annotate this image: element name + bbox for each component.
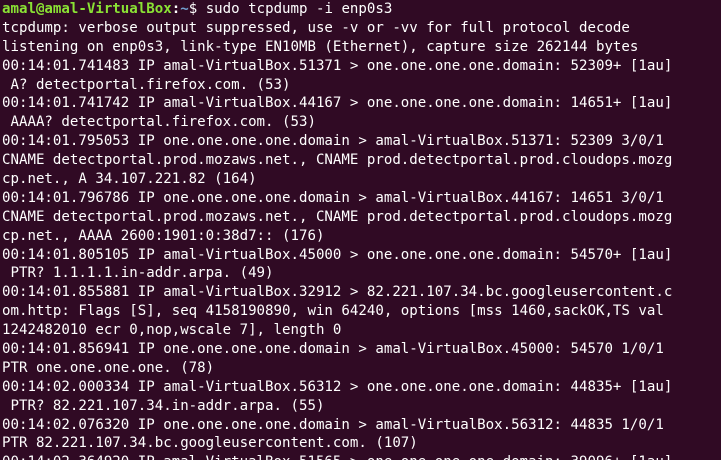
output-line: PTR 82.221.107.34.bc.googleusercontent.c… xyxy=(2,435,418,452)
output-line: 00:14:01.741483 IP amal-VirtualBox.51371… xyxy=(2,57,673,74)
output-line: cp.net., AAAA 2600:1901:0:38d7:: (176) xyxy=(2,227,325,244)
output-line: 00:14:02.076320 IP one.one.one.one.domai… xyxy=(2,416,664,433)
output-line: 00:14:01.795053 IP one.one.one.one.domai… xyxy=(2,133,664,150)
output-line: CNAME detectportal.prod.mozaws.net., CNA… xyxy=(2,208,673,225)
output-line: AAAA? detectportal.firefox.com. (53) xyxy=(2,114,316,131)
terminal-output: tcpdump: verbose output suppressed, use … xyxy=(2,19,721,460)
output-line: 00:14:01.741742 IP amal-VirtualBox.44167… xyxy=(2,95,673,112)
output-line: 00:14:02.000334 IP amal-VirtualBox.56312… xyxy=(2,378,673,395)
output-line: PTR one.one.one.one. (78) xyxy=(2,359,215,376)
output-line: PTR? 82.221.107.34.in-addr.arpa. (55) xyxy=(2,397,325,414)
output-line: 00:14:01.856941 IP one.one.one.one.domai… xyxy=(2,341,664,358)
prompt-line: amal@amal-VirtualBox:~$ sudo tcpdump -i … xyxy=(2,0,721,19)
output-line: 00:14:01.805105 IP amal-VirtualBox.45000… xyxy=(2,246,673,263)
prompt-command: sudo tcpdump -i enp0s3 xyxy=(205,1,393,17)
prompt-sigil: $ xyxy=(188,1,206,17)
output-line: CNAME detectportal.prod.mozaws.net., CNA… xyxy=(2,152,673,169)
output-line: A? detectportal.firefox.com. (53) xyxy=(2,76,291,93)
terminal-window[interactable]: amal@amal-VirtualBox:~$ sudo tcpdump -i … xyxy=(0,0,721,460)
output-line: 1242482010 ecr 0,nop,wscale 7], length 0 xyxy=(2,322,342,339)
output-line: om.http: Flags [S], seq 4158190890, win … xyxy=(2,303,664,320)
output-line: 00:14:02.364920 IP amal-VirtualBox.51565… xyxy=(2,453,721,460)
output-line: PTR? 1.1.1.1.in-addr.arpa. (49) xyxy=(2,265,274,282)
output-line: tcpdump: verbose output suppressed, use … xyxy=(2,19,630,36)
output-line: 00:14:01.855881 IP amal-VirtualBox.32912… xyxy=(2,284,673,301)
prompt-path: ~ xyxy=(180,1,189,17)
output-line: listening on enp0s3, link-type EN10MB (E… xyxy=(2,38,639,55)
prompt-colon: : xyxy=(171,1,181,17)
output-line: 00:14:01.796786 IP one.one.one.one.domai… xyxy=(2,189,664,206)
output-line: cp.net., A 34.107.221.82 (164) xyxy=(2,171,257,188)
prompt-user-host: amal@amal-VirtualBox xyxy=(2,1,172,17)
